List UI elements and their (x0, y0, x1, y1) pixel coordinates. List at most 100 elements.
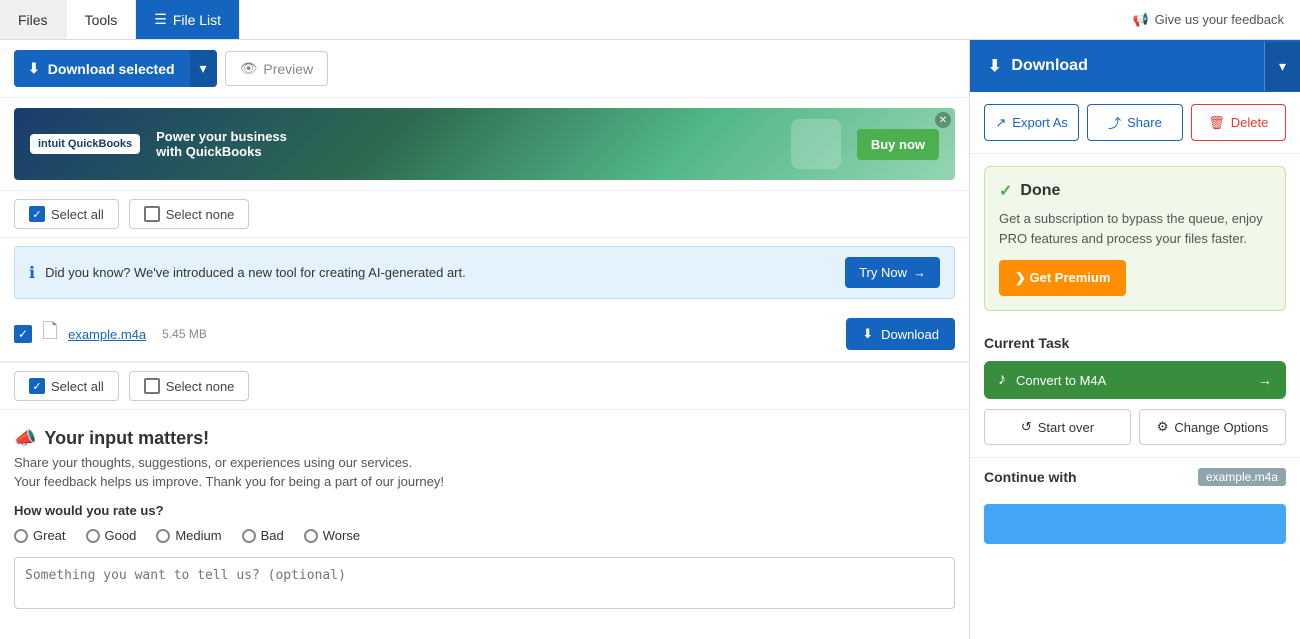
nav-filelist[interactable]: ☰ File List (136, 0, 240, 39)
done-section: ✓ Done Get a subscription to bypass the … (984, 166, 1286, 311)
done-check-icon: ✓ (999, 181, 1012, 201)
music-icon: ♪ (998, 371, 1006, 389)
file-row: ✓ 🗋 example.m4a 5.45 MB ⬇ Download (0, 307, 969, 362)
done-text: Get a subscription to bypass the queue, … (999, 209, 1271, 248)
download-selected-main[interactable]: ⬇ Download selected (14, 50, 189, 87)
export-icon: ↗ (995, 115, 1006, 131)
file-download-icon: ⬇ (862, 326, 873, 342)
feedback-subtitle2: Your feedback helps us improve. Thank yo… (14, 474, 955, 489)
radio-worse[interactable]: Worse (304, 528, 360, 543)
file-name[interactable]: example.m4a (68, 327, 146, 342)
done-title: ✓ Done (999, 181, 1271, 201)
settings-icon: ⚙ (1157, 419, 1169, 435)
top-nav: Files Tools ☰ File List 📢 Give us your f… (0, 0, 1300, 40)
share-icon: ⤴ (1108, 113, 1121, 132)
radio-circle-medium (156, 529, 170, 543)
done-title-text: Done (1020, 182, 1060, 200)
select-all-top-button[interactable]: ✓ Select all (14, 199, 119, 229)
eye-icon: 👁 (240, 60, 258, 77)
select-none-top-button[interactable]: Select none (129, 199, 250, 229)
megaphone-icon: 📢 (1132, 12, 1148, 28)
select-all-bottom-label: Select all (51, 379, 104, 394)
tools-label: Tools (85, 12, 118, 28)
try-now-arrow: → (913, 265, 926, 280)
filelist-icon: ☰ (154, 11, 167, 28)
feedback-title-text: Your input matters! (44, 428, 209, 449)
right-download-label: Download (1011, 57, 1087, 75)
trash-icon: 🗑 (1208, 115, 1225, 131)
select-none-top-label: Select none (166, 207, 235, 222)
radio-great-label: Great (33, 528, 66, 543)
export-button[interactable]: ↗ Export As (984, 104, 1079, 141)
delete-button[interactable]: 🗑 Delete (1191, 104, 1286, 141)
toolbar: ⬇ Download selected ▾ 👁 Preview (0, 40, 969, 98)
right-ad-banner (984, 504, 1286, 544)
share-button[interactable]: ⤴ Share (1087, 104, 1182, 141)
start-over-button[interactable]: ↺ Start over (984, 409, 1131, 445)
select-bar-bottom: ✓ Select all Select none (0, 362, 969, 410)
info-icon: ℹ (29, 263, 35, 283)
continue-file: example.m4a (1198, 468, 1286, 486)
export-label: Export As (1012, 115, 1068, 130)
task-label: Convert to M4A (1016, 373, 1248, 388)
right-download-button[interactable]: ⬇ Download (970, 40, 1264, 92)
change-options-label: Change Options (1174, 420, 1268, 435)
select-all-bottom-button[interactable]: ✓ Select all (14, 371, 119, 401)
premium-label: ❯ Get Premium (1015, 270, 1110, 286)
main-layout: ⬇ Download selected ▾ 👁 Preview intuit Q… (0, 40, 1300, 639)
radio-circle-great (14, 529, 28, 543)
file-checkbox[interactable]: ✓ (14, 325, 32, 343)
radio-group: Great Good Medium Bad Worse (14, 528, 955, 543)
radio-bad-label: Bad (261, 528, 284, 543)
radio-circle-bad (242, 529, 256, 543)
megaphone-feedback-icon: 📣 (14, 428, 36, 449)
select-all-top-label: Select all (51, 207, 104, 222)
radio-medium[interactable]: Medium (156, 528, 221, 543)
refresh-icon: ↺ (1021, 419, 1032, 435)
share-label: Share (1127, 115, 1162, 130)
rating-label: How would you rate us? (14, 503, 955, 518)
select-none-bottom-label: Select none (166, 379, 235, 394)
try-now-label: Try Now (859, 265, 907, 280)
download-selected-dropdown[interactable]: ▾ (189, 50, 217, 87)
filelist-label: File List (173, 12, 221, 28)
task-item: ♪ Convert to M4A → (984, 361, 1286, 399)
radio-good[interactable]: Good (86, 528, 137, 543)
continue-with-section: Continue with example.m4a (970, 457, 1300, 496)
checkbox-empty-bottom-icon (144, 378, 160, 394)
nav-files[interactable]: Files (0, 0, 67, 39)
radio-good-label: Good (105, 528, 137, 543)
checkbox-checked-icon: ✓ (29, 206, 45, 222)
preview-button[interactable]: 👁 Preview (225, 51, 329, 86)
info-bar: ℹ Did you know? We've introduced a new t… (14, 246, 955, 299)
feedback-label: Give us your feedback (1155, 12, 1284, 27)
continue-label: Continue with (984, 469, 1077, 485)
try-now-button[interactable]: Try Now → (845, 257, 940, 288)
radio-bad[interactable]: Bad (242, 528, 284, 543)
ad-close-button[interactable]: ✕ (935, 112, 951, 128)
ad-phone-image (791, 119, 841, 169)
radio-circle-worse (304, 529, 318, 543)
get-premium-button[interactable]: ❯ Get Premium (999, 260, 1126, 296)
info-text: Did you know? We've introduced a new too… (45, 265, 835, 280)
select-none-bottom-button[interactable]: Select none (129, 371, 250, 401)
radio-great[interactable]: Great (14, 528, 66, 543)
change-options-button[interactable]: ⚙ Change Options (1139, 409, 1286, 445)
feedback-textarea[interactable] (14, 557, 955, 609)
nav-tools[interactable]: Tools (67, 0, 137, 39)
radio-medium-label: Medium (175, 528, 221, 543)
ad-buy-button[interactable]: Buy now (857, 129, 939, 160)
right-download-icon: ⬇ (988, 56, 1001, 76)
ad-inner: intuit QuickBooks Power your businesswit… (14, 108, 955, 180)
right-download-dropdown[interactable]: ▾ (1264, 42, 1300, 91)
task-actions: ↺ Start over ⚙ Change Options (984, 409, 1286, 445)
preview-label: Preview (263, 61, 313, 77)
download-icon: ⬇ (28, 60, 40, 77)
ad-logo: intuit QuickBooks (30, 134, 140, 154)
files-label: Files (18, 12, 48, 28)
feedback-link[interactable]: 📢 Give us your feedback (1116, 12, 1300, 28)
download-selected-button[interactable]: ⬇ Download selected ▾ (14, 50, 217, 87)
file-download-button[interactable]: ⬇ Download (846, 318, 955, 350)
ad-text: Power your businesswith QuickBooks (156, 129, 775, 159)
file-download-label: Download (881, 327, 939, 342)
